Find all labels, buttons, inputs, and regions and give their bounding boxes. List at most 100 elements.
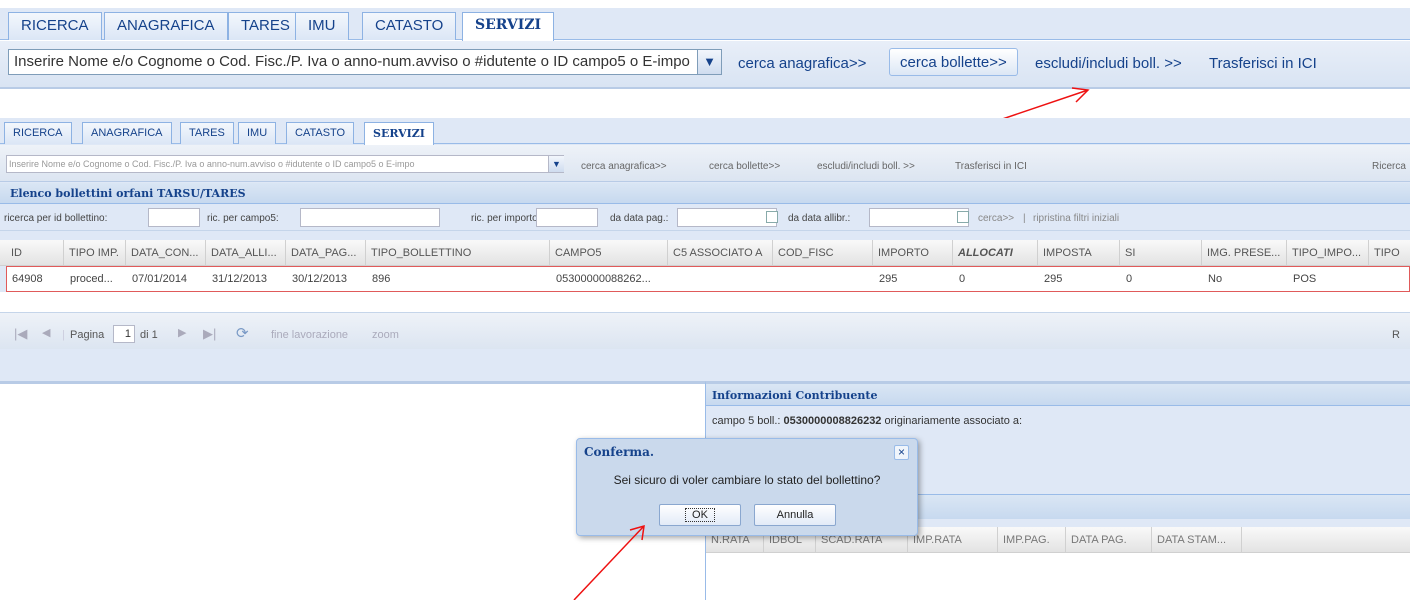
zoom-tab-ricerca[interactable]: RICERCA [8, 12, 102, 40]
cerca-bollette-link[interactable]: cerca bollette>> [709, 161, 780, 172]
filter-id-label: ricerca per id bollettino: [4, 213, 108, 224]
last-page-icon[interactable]: ▶| [203, 326, 216, 342]
zoom-cerca-bollette-button[interactable]: cerca bollette>> [889, 48, 1018, 76]
grid-body [0, 292, 1410, 312]
cerca-anagrafica-link[interactable]: cerca anagrafica>> [581, 161, 667, 172]
ricerca-link[interactable]: Ricerca [1372, 161, 1406, 172]
table-cell: 0 [959, 273, 966, 285]
next-page-icon[interactable]: ▶ [178, 326, 186, 339]
column-header[interactable]: TIPO_BOLLETTINO [366, 240, 550, 266]
zoom-tab-anagrafica[interactable]: ANAGRAFICA [104, 12, 228, 40]
dialog-title: Conferma. [584, 445, 655, 459]
tab-anagrafica[interactable]: ANAGRAFICA [82, 122, 172, 144]
column-header[interactable]: SI [1120, 240, 1202, 266]
zoom-button[interactable]: zoom [372, 329, 399, 341]
tab-servizi[interactable]: SERVIZI [364, 122, 434, 145]
table-cell: 64908 [12, 273, 43, 285]
confirm-dialog: Conferma. × Sei sicuro di voler cambiare… [576, 438, 918, 536]
tab-catasto[interactable]: CATASTO [286, 122, 355, 144]
table-cell: 0 [1126, 273, 1133, 285]
filter-id-input[interactable] [148, 208, 200, 227]
info-associated-text: originariamente associato a: [884, 415, 1023, 427]
tab-imu[interactable]: IMU [238, 122, 277, 144]
table-cell: POS [1293, 273, 1317, 285]
filter-data-pag-label: da data pag.: [610, 213, 669, 224]
tab-tares[interactable]: TARES [180, 122, 234, 144]
refresh-icon[interactable]: ⟳ [236, 324, 249, 342]
zoom-trasferisci-link[interactable]: Trasferisci in ICI [1209, 55, 1317, 72]
zoom-tab-catasto[interactable]: CATASTO [362, 12, 457, 40]
filter-separator: | [1023, 213, 1026, 224]
column-header[interactable]: ALLOCATI [953, 240, 1038, 266]
filter-campo5-label: ric. per campo5: [207, 213, 279, 224]
zoom-escludi-includi-link[interactable]: escludi/includi boll. >> [1035, 55, 1182, 72]
column-header[interactable]: IMPOSTA [1038, 240, 1120, 266]
prev-page-icon[interactable]: ◀ [42, 326, 50, 339]
column-header[interactable]: IMG. PRESE... [1202, 240, 1287, 266]
pager-separator: | [62, 329, 65, 341]
ok-button-label: OK [685, 508, 715, 522]
escludi-includi-link[interactable]: escludi/includi boll. >> [817, 161, 915, 172]
ok-button[interactable]: OK [659, 504, 741, 526]
table-row[interactable]: 64908 proced... 07/01/2014 31/12/2013 30… [6, 266, 1410, 292]
filter-bar: ricerca per id bollettino: ric. per camp… [0, 205, 1410, 231]
fine-lavorazione-button[interactable]: fine lavorazione [271, 329, 348, 341]
column-header[interactable]: DATA_PAG... [286, 240, 366, 266]
column-header[interactable]: IMPORTO [873, 240, 953, 266]
column-header[interactable]: IMP.RATA [908, 527, 998, 553]
filter-campo5-input[interactable] [300, 208, 440, 227]
column-header[interactable]: DATA PAG. [1066, 527, 1152, 553]
zoomed-search-toolbar: Inserire Nome e/o Cognome o Cod. Fisc./P… [0, 41, 1410, 89]
zoom-tab-servizi[interactable]: SERVIZI [462, 12, 555, 41]
column-header[interactable]: TIPO IMP. [64, 240, 126, 266]
zoom-tab-imu[interactable]: IMU [295, 12, 349, 40]
table-cell: 30/12/2013 [292, 273, 348, 285]
filter-data-allibr-label: da data allibr.: [788, 213, 851, 224]
zoom-search-input[interactable]: Inserire Nome e/o Cognome o Cod. Fisc./P… [8, 49, 722, 75]
filter-data-allibr-input[interactable] [869, 208, 969, 227]
column-header[interactable]: DATA_ALLI... [206, 240, 286, 266]
table-cell: 07/01/2014 [132, 273, 188, 285]
combo-dropdown-icon[interactable]: ▼ [548, 156, 564, 172]
rate-grid: N.RATA IDBOL SCAD.RATA IMP.RATA IMP.PAG.… [706, 527, 1410, 600]
close-icon[interactable]: × [894, 445, 909, 460]
filter-importo-input[interactable] [536, 208, 598, 227]
filter-data-pag-input[interactable] [677, 208, 777, 227]
column-header[interactable]: COD_FISC [773, 240, 873, 266]
table-cell: 295 [1044, 273, 1063, 285]
info-campo5-label: campo 5 boll.: [712, 415, 781, 427]
pager-page-label: Pagina [70, 329, 105, 341]
zoom-tab-tares[interactable]: TARES [228, 12, 303, 40]
section-divider [0, 349, 1410, 381]
calendar-icon[interactable] [766, 211, 778, 223]
column-header[interactable]: DATA_CON... [126, 240, 206, 266]
column-header[interactable]: C5 ASSOCIATO A [668, 240, 773, 266]
filter-ripristina-link[interactable]: ripristina filtri iniziali [1033, 213, 1119, 224]
filter-cerca-link[interactable]: cerca>> [978, 213, 1014, 224]
table-cell: proced... [70, 273, 113, 285]
page-number-input[interactable]: 1 [113, 325, 135, 343]
column-header[interactable]: ID [6, 240, 64, 266]
column-header[interactable]: TIPO [1369, 240, 1410, 266]
chevron-down-icon[interactable]: ▼ [697, 50, 721, 74]
info-campo5-line: campo 5 boll.: 0530000008826232 originar… [712, 415, 1022, 427]
search-toolbar: Inserire Nome e/o Cognome o Cod. Fisc./P… [0, 145, 1410, 182]
column-header[interactable]: CAMPO5 [550, 240, 668, 266]
zoom-cerca-anagrafica-link[interactable]: cerca anagrafica>> [738, 55, 866, 72]
tab-ricerca[interactable]: RICERCA [4, 122, 72, 144]
cancel-button[interactable]: Annulla [754, 504, 836, 526]
search-input[interactable]: Inserire Nome e/o Cognome o Cod. Fisc./P… [6, 155, 564, 173]
paging-toolbar: |◀ ◀ | Pagina 1 di 1 ▶ ▶| ⟳ fine lavoraz… [0, 312, 1410, 349]
trasferisci-link[interactable]: Trasferisci in ICI [955, 161, 1027, 172]
column-header[interactable]: IMP.PAG. [998, 527, 1066, 553]
calendar-icon[interactable] [957, 211, 969, 223]
column-header[interactable]: DATA STAM... [1152, 527, 1242, 553]
filter-importo-label: ric. per importo: [471, 213, 541, 224]
table-cell [1370, 267, 1409, 291]
first-page-icon[interactable]: |◀ [14, 326, 27, 342]
column-header[interactable]: TIPO_IMPO... [1287, 240, 1369, 266]
main-tab-strip: RICERCA ANAGRAFICA TARES IMU CATASTO SER… [0, 118, 1410, 145]
table-cell: 31/12/2013 [212, 273, 268, 285]
table-cell [774, 267, 874, 291]
pager-of-label: di 1 [140, 329, 158, 341]
